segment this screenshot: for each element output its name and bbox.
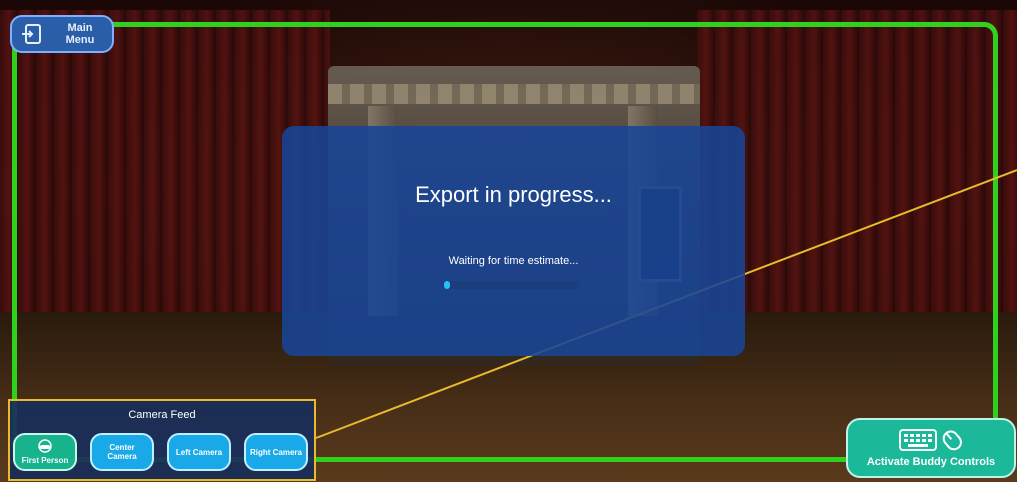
export-status-text: Waiting for time estimate... (448, 255, 579, 267)
buddy-controls-icons (899, 428, 963, 452)
right-camera-label: Right Camera (249, 447, 302, 457)
main-menu-button[interactable]: Main Menu (10, 15, 114, 53)
export-progress-bar (444, 281, 580, 289)
exit-door-icon (22, 24, 41, 44)
camera-feed-panel: Camera Feed First Person Center Camera L… (8, 399, 316, 481)
left-camera-button[interactable]: Left Camera (167, 433, 231, 471)
buddy-controls-label: Activate Buddy Controls (866, 456, 996, 468)
first-person-label: First Person (21, 456, 69, 465)
mouse-icon (942, 430, 962, 451)
center-camera-button[interactable]: Center Camera (90, 433, 154, 471)
first-person-camera-button[interactable]: First Person (13, 433, 77, 471)
activate-buddy-controls-button[interactable]: Activate Buddy Controls (846, 418, 1016, 478)
vr-headset-icon (38, 439, 52, 453)
keyboard-icon (899, 429, 937, 451)
camera-feed-title: Camera Feed (128, 409, 196, 421)
export-title: Export in progress... (415, 182, 612, 207)
center-camera-label: Center Camera (107, 443, 137, 461)
export-progress-dialog: Export in progress... Waiting for time e… (282, 126, 745, 356)
export-progress-fill (444, 281, 450, 289)
left-camera-label: Left Camera (175, 447, 223, 457)
right-camera-button[interactable]: Right Camera (244, 433, 308, 471)
main-menu-label: Main Menu (65, 22, 95, 46)
